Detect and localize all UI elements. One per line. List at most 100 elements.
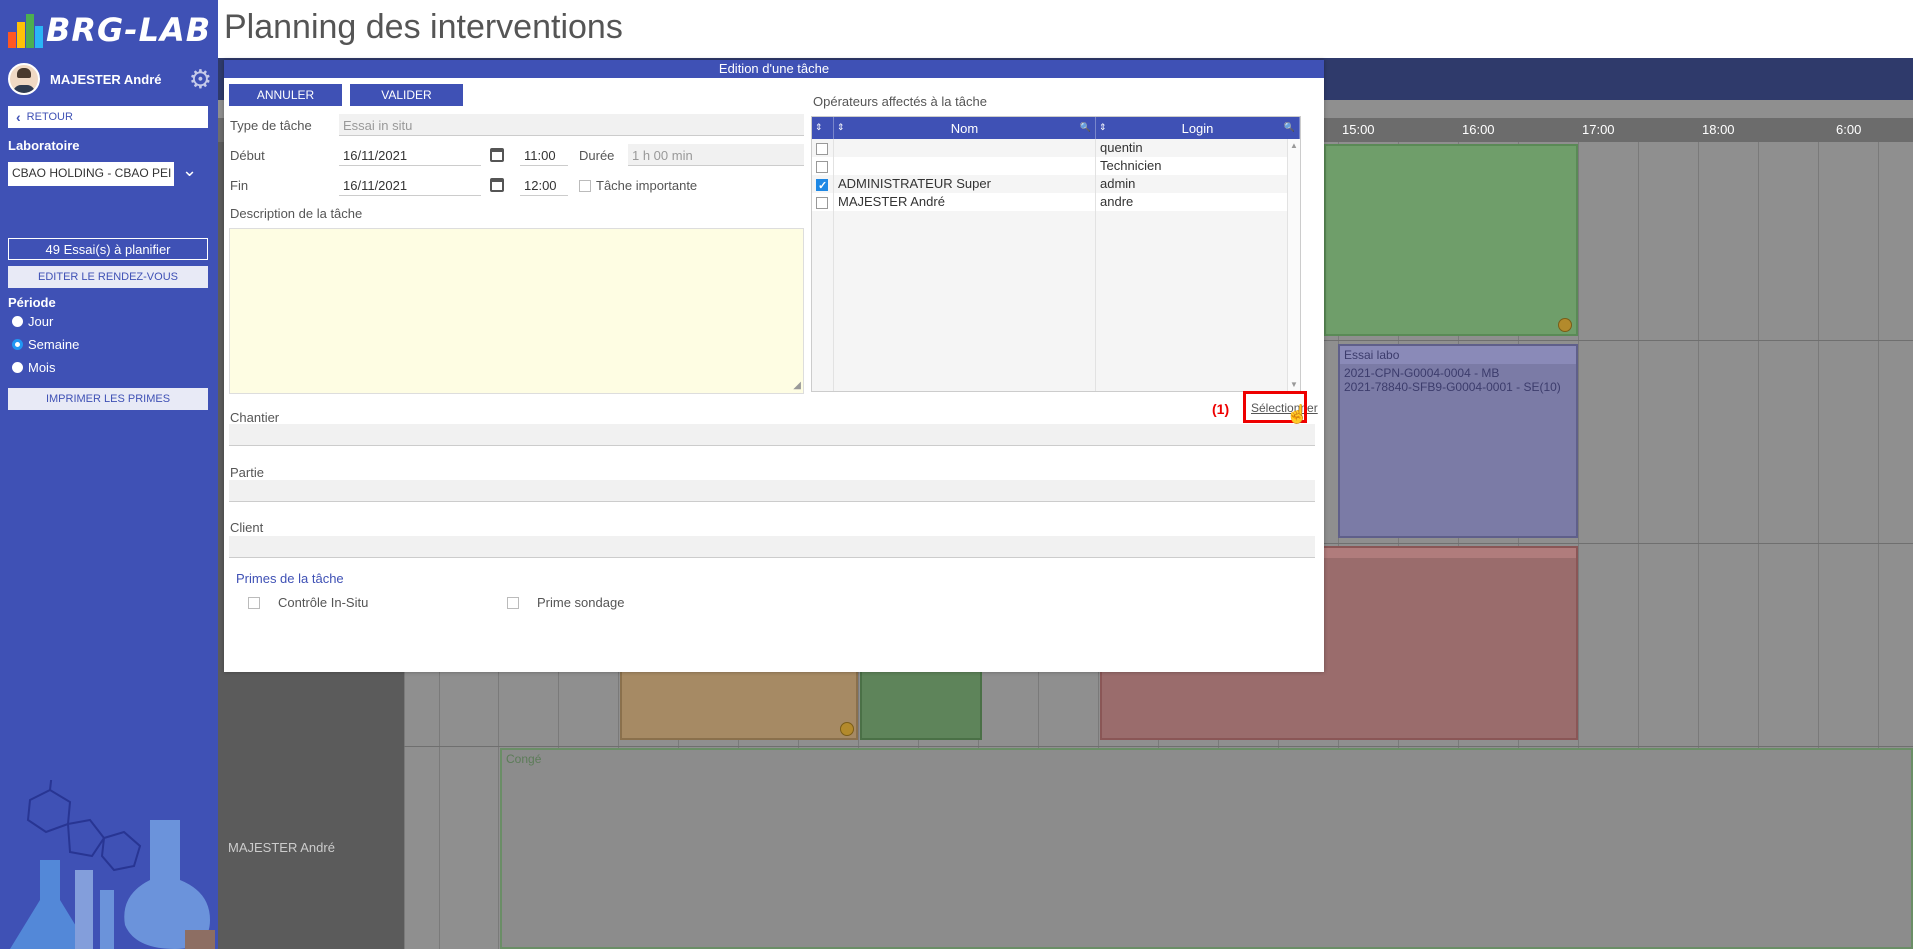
table-row[interactable]: MAJESTER André andre xyxy=(812,193,1300,211)
essais-a-planifier-button[interactable]: 49 Essai(s) à planifier xyxy=(8,238,208,260)
fin-label: Fin xyxy=(230,178,249,193)
sort-icon: ⇕ xyxy=(837,122,845,132)
event-title: Congé xyxy=(506,752,542,766)
row-checkbox[interactable] xyxy=(816,160,828,173)
duree-field: 1 h 00 min xyxy=(628,144,804,166)
annotation-number: (1) xyxy=(1212,401,1230,417)
row-checkbox-checked[interactable] xyxy=(816,177,828,193)
user-name: MAJESTER André xyxy=(50,71,162,87)
radio-icon xyxy=(12,316,23,327)
grid-header-select[interactable]: ⇕ xyxy=(812,117,834,139)
periode-label: Période xyxy=(8,295,56,310)
event-green[interactable] xyxy=(1324,144,1578,336)
radio-semaine[interactable]: Semaine xyxy=(12,337,79,352)
resize-grip-icon[interactable]: ◢ xyxy=(793,380,801,391)
search-icon[interactable]: 🔍 xyxy=(1080,122,1091,133)
type-field: Essai in situ xyxy=(339,114,804,136)
laboratoire-label: Laboratoire xyxy=(8,138,80,153)
fin-date-field[interactable]: 16/11/2021 xyxy=(339,174,481,196)
row-login: andre xyxy=(1096,193,1288,211)
chantier-label: Chantier xyxy=(230,410,280,425)
importante-label: Tâche importante xyxy=(596,178,698,193)
prime-controle-row[interactable]: Contrôle In-Situ xyxy=(248,595,368,610)
prime-checkbox[interactable] xyxy=(248,596,260,609)
row-nom xyxy=(834,157,1096,175)
event-dark-green[interactable] xyxy=(860,668,982,740)
importante-row[interactable]: Tâche importante xyxy=(579,178,697,193)
row-nom: ADMINISTRATEUR Super xyxy=(834,175,1096,193)
grid-header-login[interactable]: ⇕ Login 🔍 xyxy=(1096,117,1300,139)
row-name: MAJESTER André xyxy=(228,840,335,855)
prime-sondage-label: Prime sondage xyxy=(537,595,625,610)
operateurs-label: Opérateurs affectés à la tâche xyxy=(813,94,987,109)
hour-label: 6:00 xyxy=(1836,122,1862,137)
debut-date-field[interactable]: 16/11/2021 xyxy=(339,144,481,166)
imprimer-primes-button[interactable]: IMPRIMER LES PRIMES xyxy=(8,388,208,410)
importante-checkbox[interactable] xyxy=(579,179,591,192)
event-orange[interactable] xyxy=(620,668,858,740)
chevron-down-icon[interactable]: ⌄ xyxy=(182,160,197,181)
prime-sondage-row[interactable]: Prime sondage xyxy=(507,595,624,610)
event-title: Essai labo xyxy=(1340,346,1576,364)
grid-scrollbar[interactable]: ▲ ▼ xyxy=(1288,139,1300,391)
partie-field[interactable] xyxy=(229,480,1315,502)
hour-label: 16:00 xyxy=(1462,122,1495,137)
partie-label: Partie xyxy=(230,465,264,480)
editer-rendez-vous-button[interactable]: EDITER LE RENDEZ-VOUS xyxy=(8,266,208,288)
grid-header-nom-label: Nom xyxy=(950,120,979,136)
debut-label: Début xyxy=(230,148,265,163)
hour-label: 15:00 xyxy=(1342,122,1375,137)
radio-checked-icon xyxy=(12,339,23,350)
search-icon[interactable]: 🔍 xyxy=(1284,122,1295,133)
fin-time-field[interactable]: 12:00 xyxy=(520,174,568,196)
sidebar: BRG-LAB MAJESTER André ⚙ ‹ RETOUR Labora… xyxy=(0,0,218,949)
scroll-up-icon[interactable]: ▲ xyxy=(1290,141,1298,150)
event-line: 2021-78840-SFB9-G0004-0001 - SE(10) xyxy=(1344,380,1561,394)
row-checkbox[interactable] xyxy=(816,196,828,209)
row-login: admin xyxy=(1096,175,1288,193)
coin-icon xyxy=(1558,318,1572,332)
valider-button[interactable]: VALIDER xyxy=(350,84,463,106)
sort-icon: ⇕ xyxy=(1099,122,1107,132)
annuler-button[interactable]: ANNULER xyxy=(229,84,342,106)
retour-button[interactable]: ‹ RETOUR xyxy=(8,106,208,128)
hour-label: 18:00 xyxy=(1702,122,1735,137)
prime-controle-label: Contrôle In-Situ xyxy=(278,595,369,610)
radio-jour[interactable]: Jour xyxy=(12,314,53,329)
operators-grid: ⇕ ⇕ Nom 🔍 ⇕ Login 🔍 quentin Technicien ✓… xyxy=(811,116,1301,392)
avatar xyxy=(8,63,40,95)
retour-label: RETOUR xyxy=(26,111,73,123)
client-label: Client xyxy=(230,520,264,535)
gear-icon[interactable]: ⚙ xyxy=(189,66,212,92)
app-logo: BRG-LAB xyxy=(8,8,211,52)
calendar-icon[interactable] xyxy=(490,178,504,192)
row-nom xyxy=(834,139,1096,157)
scroll-down-icon[interactable]: ▼ xyxy=(1290,380,1298,389)
logo-icon xyxy=(8,12,43,48)
laboratoire-select[interactable]: CBAO HOLDING - CBAO PEI xyxy=(8,162,174,186)
grid-header-nom[interactable]: ⇕ Nom 🔍 xyxy=(834,117,1096,139)
radio-mois-label: Mois xyxy=(28,360,56,375)
radio-semaine-label: Semaine xyxy=(28,337,80,352)
logo-text: BRG-LAB xyxy=(46,11,212,49)
debut-time-field[interactable]: 11:00 xyxy=(520,144,568,166)
radio-jour-label: Jour xyxy=(28,314,54,329)
duree-label: Durée xyxy=(579,148,615,163)
table-row[interactable]: Technicien xyxy=(812,157,1300,175)
table-row[interactable]: ADMINISTRATEUR Super admin xyxy=(812,175,1300,193)
grid-header: ⇕ ⇕ Nom 🔍 ⇕ Login 🔍 xyxy=(812,117,1300,139)
event-line: 2021-CPN-G0004-0004 - MB xyxy=(1344,366,1500,380)
row-login: quentin xyxy=(1096,139,1288,157)
primes-label: Primes de la tâche xyxy=(236,571,344,586)
table-row[interactable]: quentin xyxy=(812,139,1300,157)
description-textarea[interactable]: ◢ xyxy=(229,228,804,394)
row-nom: MAJESTER André xyxy=(834,193,1096,211)
event-essai-labo[interactable]: Essai labo 2021-CPN-G0004-0004 - MB 2021… xyxy=(1338,344,1578,538)
client-field[interactable] xyxy=(229,536,1315,558)
event-conge[interactable]: Congé xyxy=(500,748,1913,949)
prime-checkbox[interactable] xyxy=(507,596,519,609)
calendar-icon[interactable] xyxy=(490,148,504,162)
radio-mois[interactable]: Mois xyxy=(12,360,55,375)
row-checkbox[interactable] xyxy=(816,142,828,155)
chantier-field[interactable] xyxy=(229,424,1315,446)
